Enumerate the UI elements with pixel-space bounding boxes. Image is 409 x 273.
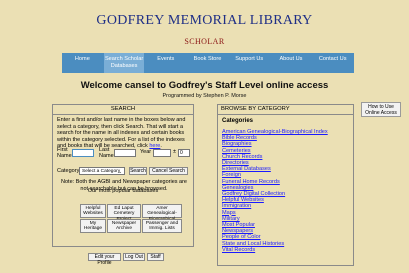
search-instructions: Enter a first and/or last name in the bo… <box>57 117 191 150</box>
edit-profile-button[interactable]: Edit your Profile <box>88 253 121 266</box>
category-label: Category <box>57 168 80 174</box>
category-select-value: Select a Category <box>82 169 121 174</box>
popular-my-heritage-button[interactable]: My Heritage <box>80 219 106 233</box>
browse-panel: BROWSE BY CATEGORY Categories American G… <box>217 104 354 266</box>
nav-home[interactable]: Home <box>62 53 104 73</box>
browse-panel-header: BROWSE BY CATEGORY <box>218 105 353 115</box>
name-fields-row: First Name Last Name Year ± <box>57 147 191 161</box>
nav-contact-us[interactable]: Contact Us <box>312 53 355 73</box>
last-name-input[interactable] <box>114 149 136 157</box>
search-instructions-text: Enter a first and/or last name in the bo… <box>57 117 186 149</box>
nav-search-scholar-databases[interactable]: Search Scholar Databases <box>103 53 146 73</box>
popular-databases-title: Our most popular databases <box>87 188 159 194</box>
popular-cemetery-project-button[interactable]: Ed Laput Cemetery Project <box>107 204 141 222</box>
plus-minus-sign: ± <box>173 149 177 155</box>
chevron-down-icon: ⌄ <box>118 169 122 174</box>
search-button[interactable]: Search <box>129 167 147 175</box>
welcome-heading: Welcome cansel to Godfrey's Staff Level … <box>80 80 329 91</box>
main-nav: Home Search Scholar Databases Events Boo… <box>62 53 355 73</box>
year-range-input[interactable] <box>178 149 190 157</box>
first-name-label: First Name <box>57 147 72 159</box>
popular-newspaper-archive-button[interactable]: Newspaper Archive <box>107 219 141 233</box>
nav-book-store[interactable]: Book Store <box>187 53 229 73</box>
category-list: American Genealogical-Biographical Index… <box>222 129 328 253</box>
programmed-by: Programmed by Stephen P. Morse <box>162 93 247 99</box>
cancel-search-button[interactable]: Cancel Search <box>149 167 188 175</box>
search-panel-header: SEARCH <box>53 105 193 115</box>
categories-title: Categories <box>222 118 254 124</box>
category-select[interactable]: Select a Category ⌄ <box>79 167 125 175</box>
site-subtitle: SCHOLAR <box>184 37 225 46</box>
site-title: GODFREY MEMORIAL LIBRARY <box>96 13 313 28</box>
logout-button[interactable]: Log Out <box>123 253 145 261</box>
how-to-use-button[interactable]: How to Use Online Access <box>361 102 401 117</box>
popular-agbi-button[interactable]: Amer Genealogical-Biographical index <box>142 204 182 227</box>
year-input[interactable] <box>153 149 171 157</box>
popular-passenger-lists-button[interactable]: Passenger and Immig. Lists <box>142 219 182 233</box>
year-label: Year <box>140 149 152 155</box>
popular-helpful-websites-button[interactable]: Helpful Websites <box>80 204 106 218</box>
category-link[interactable]: Vital Records <box>222 247 328 253</box>
nav-support-us[interactable]: Support Us <box>229 53 271 73</box>
nav-about-us[interactable]: About Us <box>271 53 313 73</box>
nav-events[interactable]: Events <box>145 53 188 73</box>
last-name-label: Last Name <box>99 147 114 159</box>
first-name-input[interactable] <box>72 149 94 157</box>
staff-button[interactable]: Staff <box>147 253 164 261</box>
